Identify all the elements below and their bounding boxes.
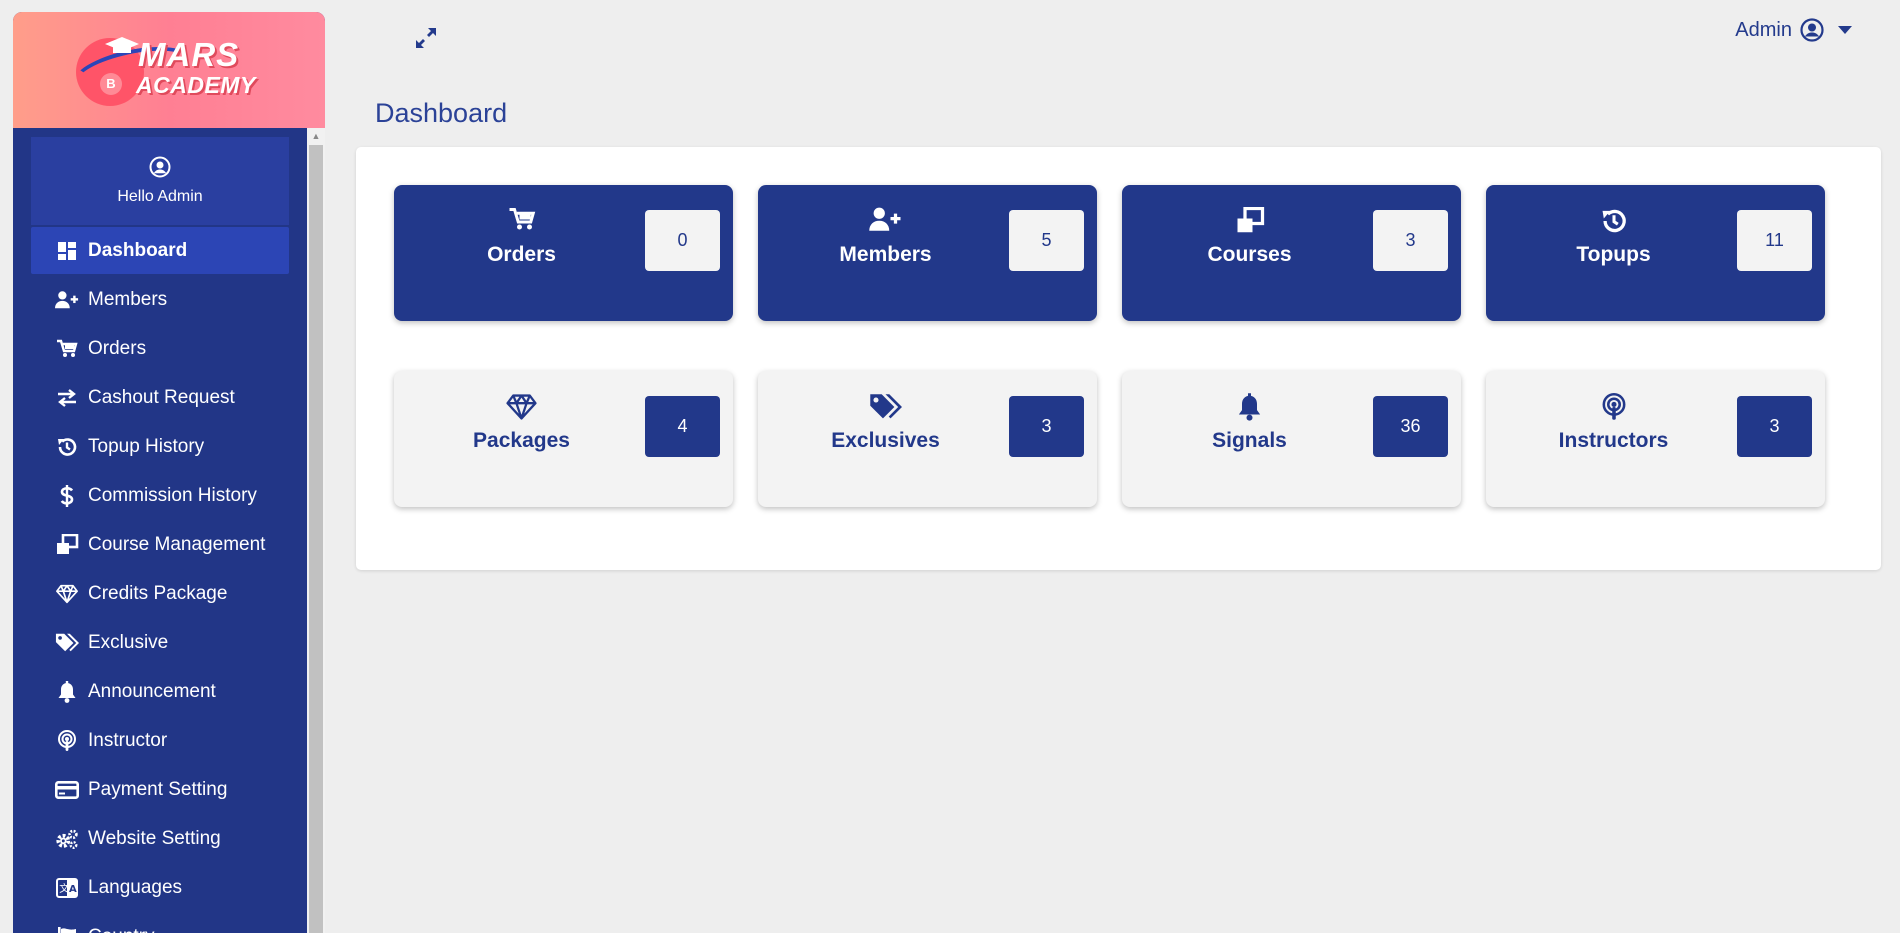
user-menu-label: Admin bbox=[1735, 18, 1792, 41]
sidebar-item-website-setting[interactable]: Website Setting bbox=[31, 815, 289, 862]
sidebar-item-cashout-request[interactable]: Cashout Request bbox=[31, 374, 289, 421]
clone-icon bbox=[1122, 207, 1377, 237]
stat-card-signals[interactable]: Signals 36 bbox=[1122, 371, 1461, 507]
sidebar-item-orders[interactable]: Orders bbox=[31, 325, 289, 372]
credit-card-icon bbox=[55, 779, 79, 801]
stat-card-count: 36 bbox=[1373, 396, 1448, 457]
sidebar-item-country[interactable]: Country bbox=[31, 913, 289, 933]
stat-card-label: Topups bbox=[1576, 243, 1651, 266]
sidebar-item-label: Country bbox=[88, 926, 155, 933]
sidebar-item-label: Orders bbox=[88, 337, 147, 359]
sidebar-item-announcement[interactable]: Announcement bbox=[31, 668, 289, 715]
stat-card-count: 3 bbox=[1737, 396, 1812, 457]
stat-card-topups[interactable]: Topups 11 bbox=[1486, 185, 1825, 321]
history-icon bbox=[55, 436, 79, 458]
page-title: Dashboard bbox=[375, 98, 508, 128]
sidebar-item-label: Dashboard bbox=[88, 239, 188, 261]
sidebar-scrollbar[interactable]: ▲ bbox=[307, 128, 325, 933]
expand-icon[interactable] bbox=[412, 24, 440, 52]
sidebar-nav: Dashboard Members Orders Cashout Request Top… bbox=[31, 227, 289, 933]
stat-card-label: Courses bbox=[1207, 243, 1292, 266]
stat-card-count: 11 bbox=[1737, 210, 1812, 271]
stat-card-packages[interactable]: Packages 4 bbox=[394, 371, 733, 507]
dashboard-icon bbox=[55, 240, 79, 262]
history-icon bbox=[1486, 207, 1741, 237]
stats-panel: Orders 0 Members 5 Courses 3 Topups 11 Packages 4… bbox=[356, 147, 1881, 570]
flag-icon bbox=[55, 926, 79, 933]
svg-text:A: A bbox=[69, 884, 77, 895]
stat-card-count: 5 bbox=[1009, 210, 1084, 271]
bell-icon bbox=[55, 680, 79, 703]
tags-icon bbox=[758, 393, 1013, 423]
sidebar-item-members[interactable]: Members bbox=[31, 276, 289, 323]
sidebar-item-dashboard[interactable]: Dashboard bbox=[31, 227, 289, 274]
stat-card-count: 4 bbox=[645, 396, 720, 457]
sidebar-item-topup-history[interactable]: Topup History bbox=[31, 423, 289, 470]
user-plus-icon bbox=[758, 207, 1013, 237]
stat-card-exclusives[interactable]: Exclusives 3 bbox=[758, 371, 1097, 507]
user-circle-icon bbox=[149, 156, 171, 178]
svg-text:文: 文 bbox=[59, 882, 69, 895]
sidebar-item-label: Website Setting bbox=[88, 827, 221, 849]
sidebar-item-credits-package[interactable]: Credits Package bbox=[31, 570, 289, 617]
tags-icon bbox=[55, 632, 79, 654]
stat-card-label: Signals bbox=[1212, 429, 1287, 452]
stat-card-count: 3 bbox=[1373, 210, 1448, 271]
sidebar-item-label: Topup History bbox=[88, 435, 205, 457]
sidebar-item-languages[interactable]: 文 A Languages bbox=[31, 864, 289, 911]
cart-icon bbox=[394, 207, 649, 237]
sidebar-item-label: Commission History bbox=[88, 484, 257, 506]
clone-icon bbox=[55, 533, 79, 556]
user-plus-icon bbox=[55, 289, 79, 311]
gem-icon bbox=[55, 583, 79, 605]
stat-card-members[interactable]: Members 5 bbox=[758, 185, 1097, 321]
sidebar: B MARS ACADEMY Hello Admin Dashboard Memb… bbox=[13, 12, 325, 933]
user-greeting: Hello Admin bbox=[31, 137, 289, 225]
user-circle-icon bbox=[1800, 18, 1824, 42]
sidebar-item-label: Payment Setting bbox=[88, 778, 228, 800]
stat-card-courses[interactable]: Courses 3 bbox=[1122, 185, 1461, 321]
sidebar-item-label: Exclusive bbox=[88, 631, 169, 653]
sidebar-item-label: Credits Package bbox=[88, 582, 228, 604]
stat-card-instructors[interactable]: Instructors 3 bbox=[1486, 371, 1825, 507]
sidebar-item-exclusive[interactable]: Exclusive bbox=[31, 619, 289, 666]
sidebar-item-label: Languages bbox=[88, 876, 183, 898]
cogs-icon bbox=[55, 828, 79, 850]
sidebar-item-label: Members bbox=[88, 288, 168, 310]
sidebar-item-label: Instructor bbox=[88, 729, 168, 751]
podcast-icon bbox=[1486, 393, 1741, 423]
stat-card-label: Instructors bbox=[1558, 429, 1669, 452]
gem-icon bbox=[394, 393, 649, 423]
cart-icon bbox=[55, 338, 79, 360]
stat-card-orders[interactable]: Orders 0 bbox=[394, 185, 733, 321]
scroll-thumb[interactable] bbox=[309, 145, 323, 933]
sidebar-item-label: Cashout Request bbox=[88, 386, 235, 408]
sidebar-item-payment-setting[interactable]: Payment Setting bbox=[31, 766, 289, 813]
sidebar-item-label: Course Management bbox=[88, 533, 266, 555]
sidebar-item-course-management[interactable]: Course Management bbox=[31, 521, 289, 568]
stat-card-count: 3 bbox=[1009, 396, 1084, 457]
chevron-down-icon bbox=[1838, 26, 1852, 34]
greeting-text: Hello Admin bbox=[117, 188, 203, 205]
stat-card-label: Orders bbox=[487, 243, 556, 266]
stat-card-label: Members bbox=[839, 243, 932, 266]
stat-card-count: 0 bbox=[645, 210, 720, 271]
user-menu[interactable]: Admin bbox=[1735, 18, 1852, 42]
brand-logo: B MARS ACADEMY bbox=[68, 30, 264, 110]
dollar-icon bbox=[55, 484, 79, 507]
sidebar-item-instructor[interactable]: Instructor bbox=[31, 717, 289, 764]
podcast-icon bbox=[55, 729, 79, 752]
exchange-icon bbox=[55, 387, 79, 409]
sidebar-item-label: Announcement bbox=[88, 680, 216, 702]
sidebar-scroll-area: Hello Admin Dashboard Members Orders Cashou… bbox=[13, 128, 307, 933]
stat-card-label: Packages bbox=[473, 429, 570, 452]
language-icon: 文A bbox=[55, 877, 79, 899]
bell-icon bbox=[1122, 393, 1377, 423]
sidebar-item-commission-history[interactable]: Commission History bbox=[31, 472, 289, 519]
stat-card-label: Exclusives bbox=[831, 429, 940, 452]
logo-area[interactable]: B MARS ACADEMY bbox=[13, 12, 325, 128]
scroll-up-arrow[interactable]: ▲ bbox=[307, 128, 325, 145]
